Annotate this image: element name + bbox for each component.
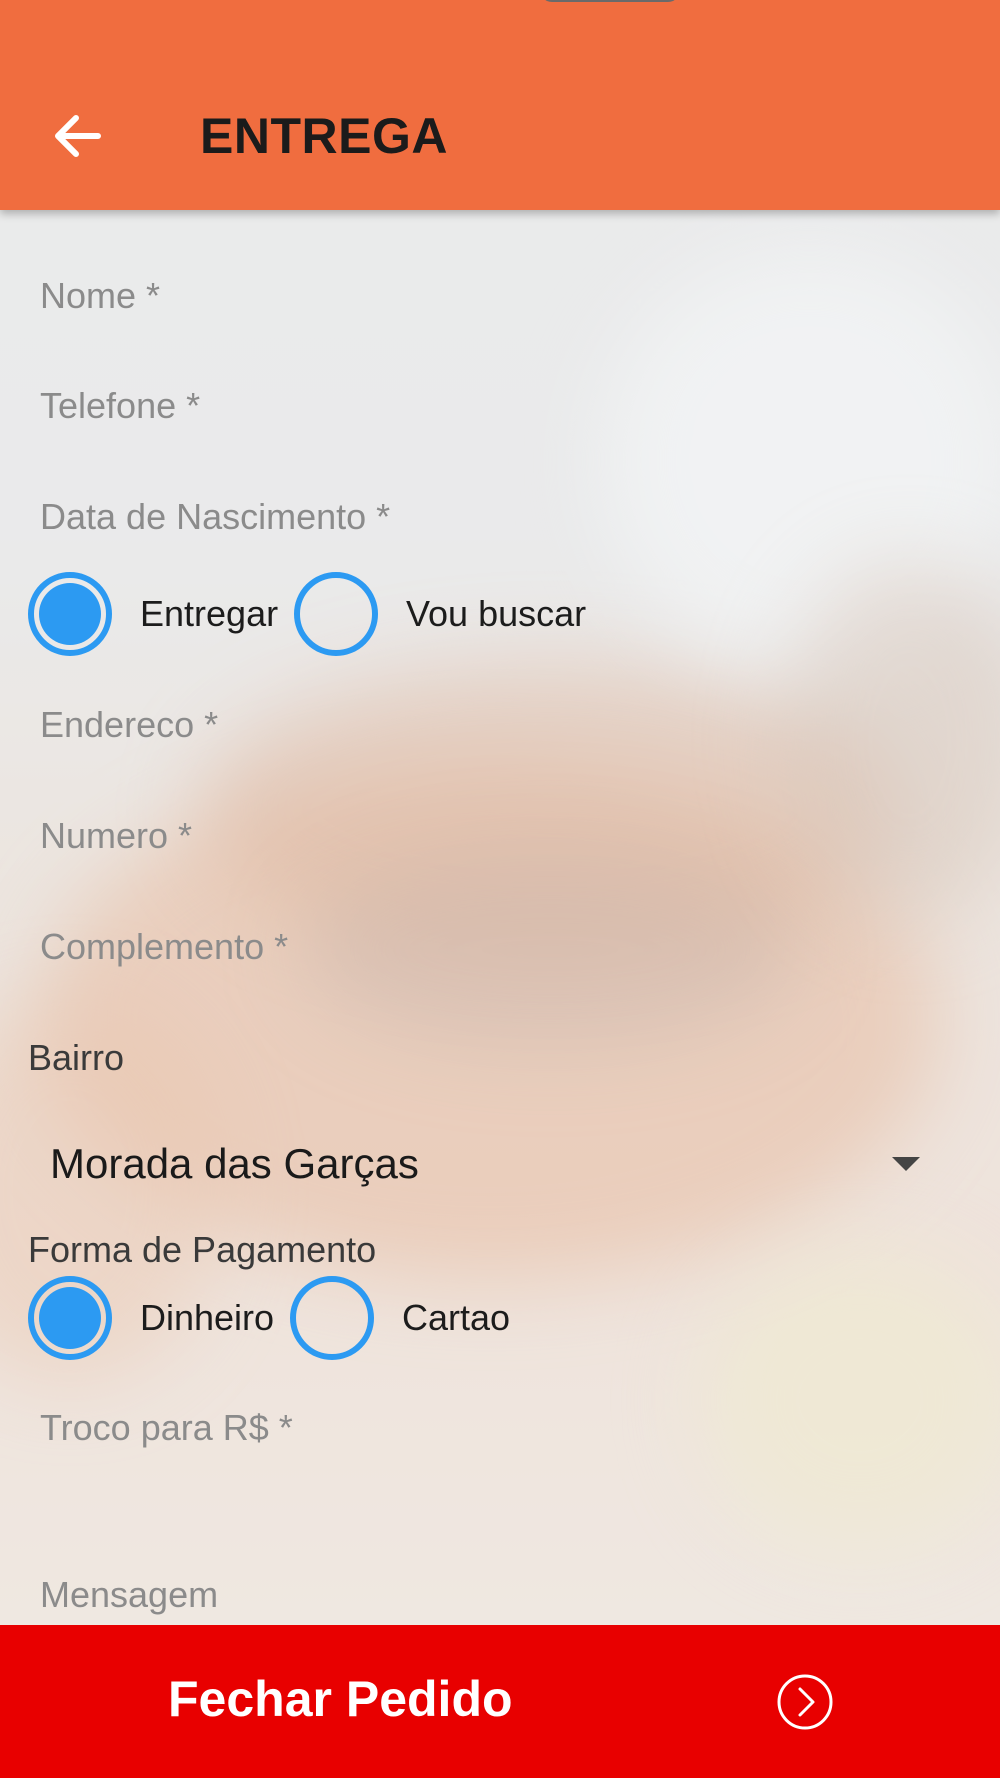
telefone-input[interactable] [40, 384, 960, 428]
radio-unchecked-icon [290, 1276, 374, 1360]
mensagem-input[interactable] [40, 1573, 960, 1617]
radio-vou-buscar[interactable]: Vou buscar [294, 572, 586, 656]
background-photo [0, 0, 1000, 1778]
radio-cartao[interactable]: Cartao [290, 1276, 510, 1360]
radio-dinheiro[interactable]: Dinheiro [28, 1276, 274, 1360]
pagamento-label: Forma de Pagamento [28, 1229, 377, 1270]
page-title: ENTREGA [200, 108, 448, 164]
radio-label-vou-buscar: Vou buscar [406, 593, 587, 634]
radio-unchecked-icon [294, 572, 378, 656]
app-bar: ENTREGA [0, 0, 1000, 210]
radio-label-entregar: Entregar [140, 593, 279, 634]
top-notch [540, 0, 680, 2]
arrow-left-icon [55, 115, 101, 157]
radio-label-cartao: Cartao [402, 1297, 511, 1338]
nascimento-input[interactable] [40, 495, 960, 539]
bairro-select[interactable]: Morada das Garças [28, 1128, 928, 1200]
radio-entregar[interactable]: Entregar [28, 572, 278, 656]
complemento-input[interactable] [40, 925, 960, 969]
back-button[interactable] [48, 106, 108, 166]
fechar-pedido-button[interactable]: Fechar Pedido [0, 1625, 1000, 1778]
dropdown-arrow-icon [892, 1157, 920, 1171]
chevron-right-circle-icon [777, 1674, 833, 1730]
delivery-radio-group: Entregar Vou buscar [28, 572, 988, 656]
nome-input[interactable] [40, 274, 960, 318]
troco-input[interactable] [40, 1406, 960, 1450]
endereco-input[interactable] [40, 703, 960, 747]
bairro-selected-value: Morada das Garças [50, 1140, 419, 1187]
fechar-pedido-label: Fechar Pedido [168, 1671, 513, 1727]
radio-label-dinheiro: Dinheiro [140, 1297, 275, 1338]
numero-input[interactable] [40, 814, 960, 858]
bairro-label: Bairro [28, 1037, 125, 1078]
radio-checked-icon [28, 1276, 112, 1360]
payment-radio-group: Dinheiro Cartao [28, 1276, 988, 1360]
radio-checked-icon [28, 572, 112, 656]
